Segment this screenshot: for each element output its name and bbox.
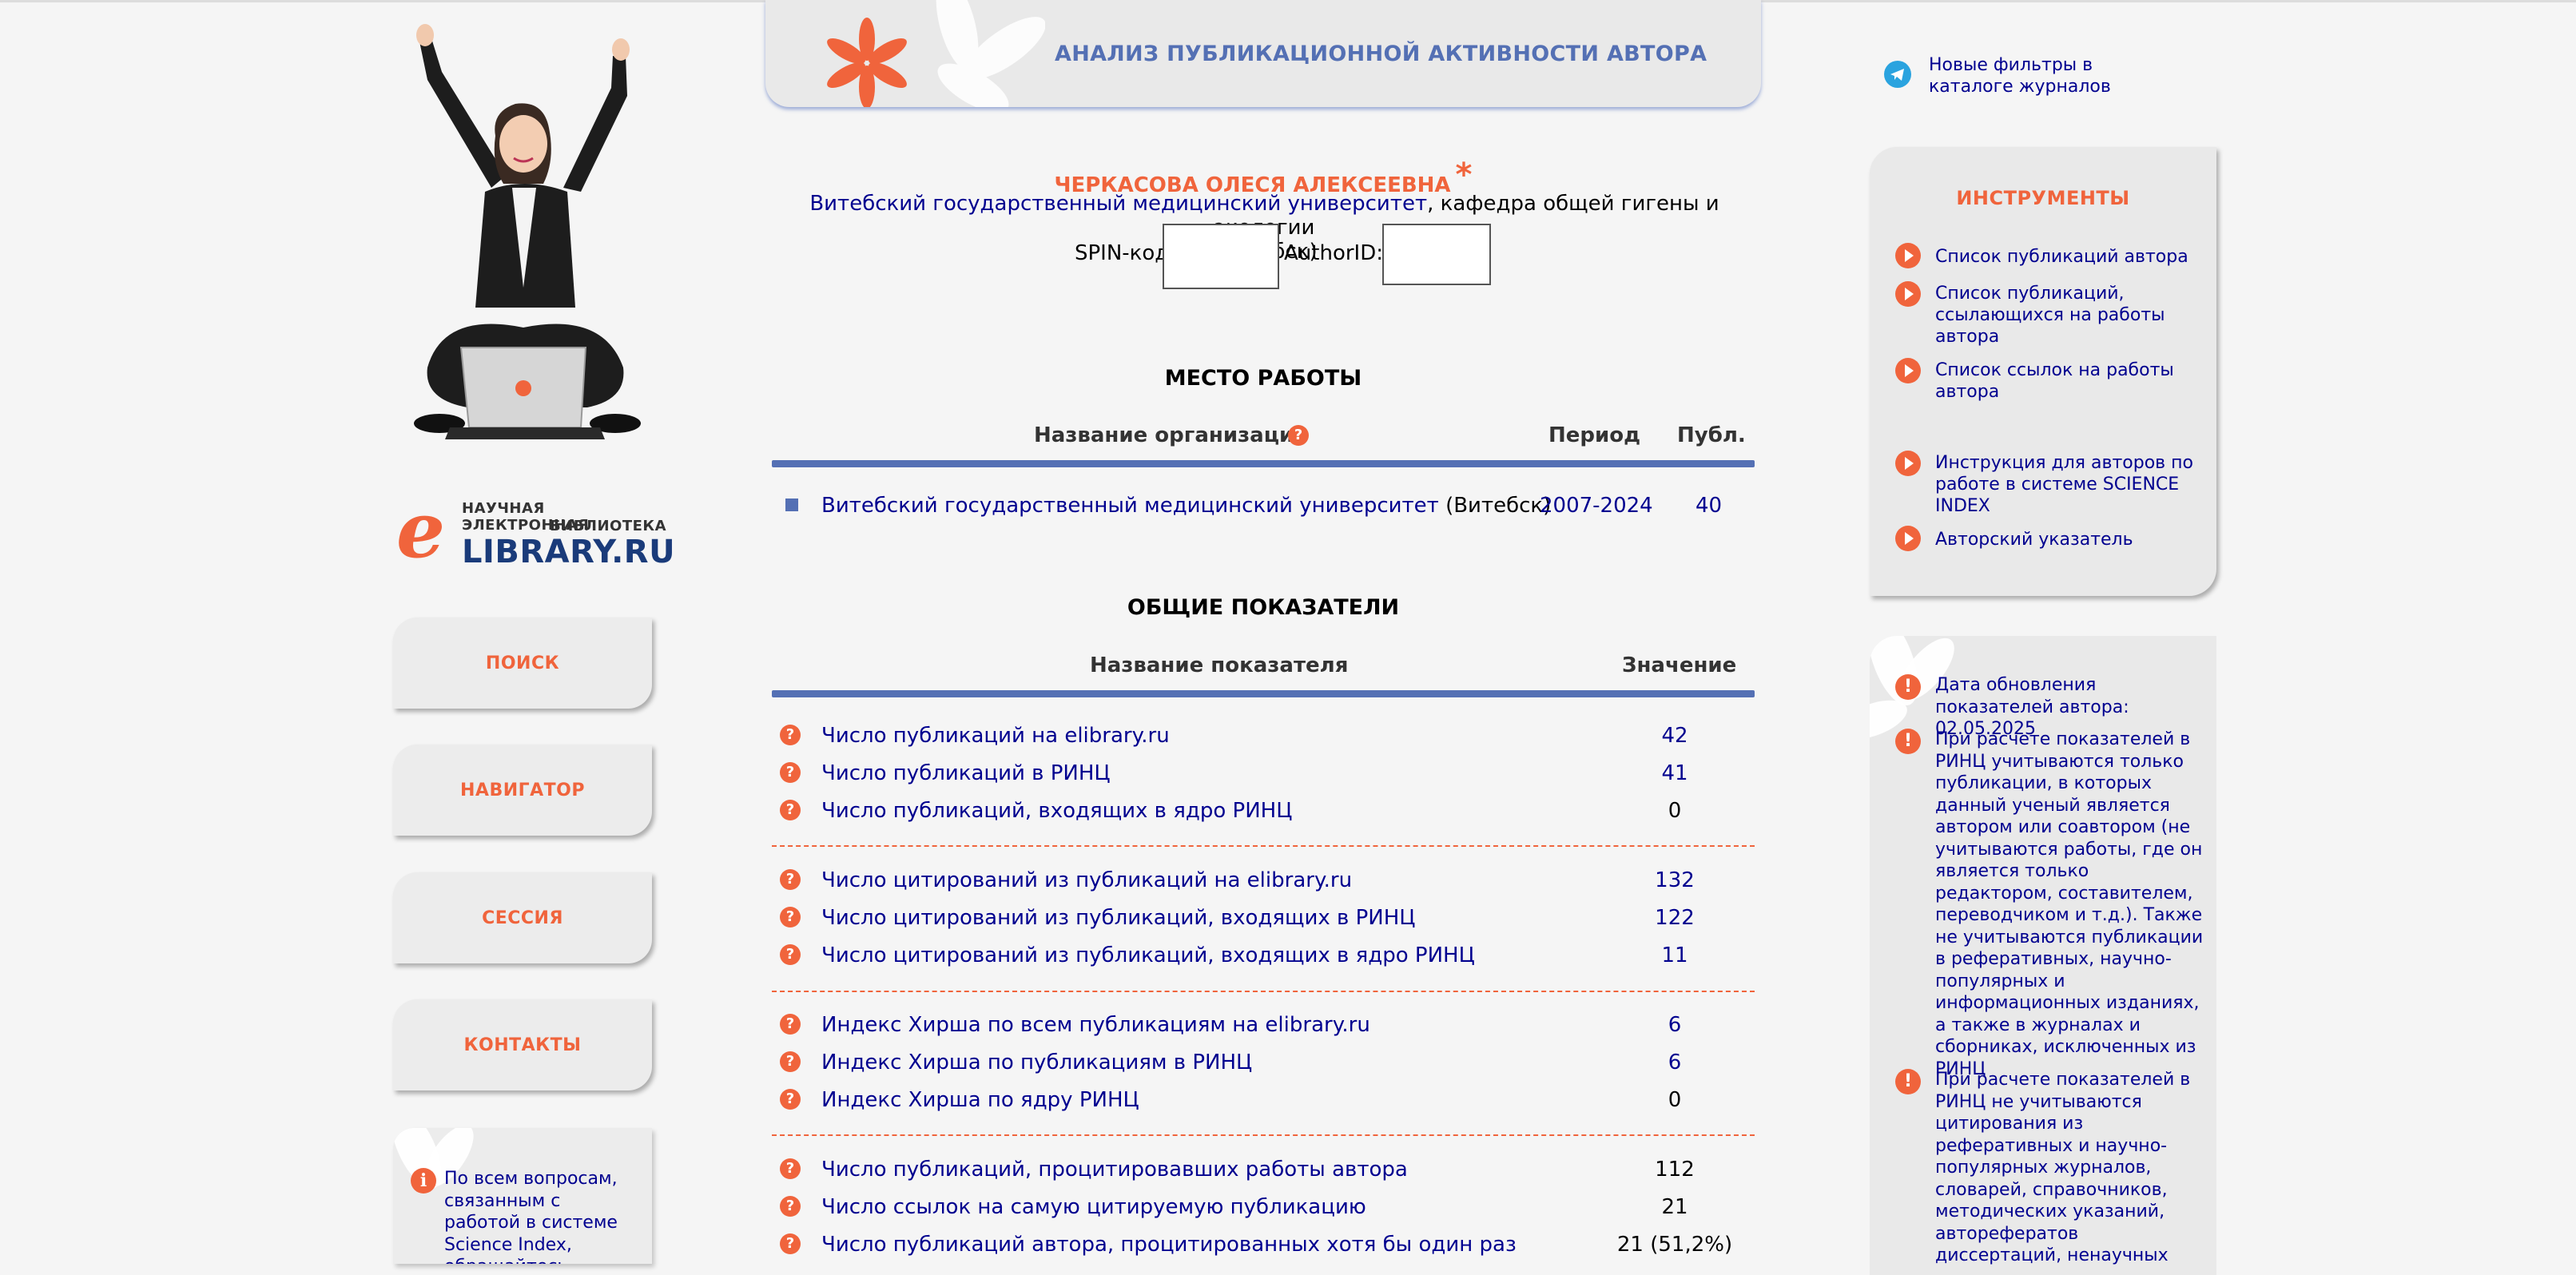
info-panel: ! Дата обновления показателей автора: 02… [1870, 636, 2216, 1275]
tool-references-list[interactable]: Список ссылок на работы автора [1935, 359, 2199, 403]
help-question-icon[interactable]: ? [780, 1158, 801, 1179]
tool-author-index[interactable]: Авторский указатель [1935, 529, 2199, 550]
workplace-org-link[interactable]: Витебский государственный медицинский ун… [821, 494, 1439, 518]
exclamation-icon: ! [1895, 674, 1921, 700]
tools-title: ИНСТРУМЕНТЫ [1956, 187, 2130, 209]
nav-session-button[interactable]: СЕССИЯ [393, 872, 652, 963]
telegram-news-link[interactable]: Новые фильтры в каталоге журналов [1929, 54, 2169, 97]
help-text: По всем вопросам, связанным с работой в … [444, 1169, 618, 1264]
workplace-row-period[interactable]: 2007-2024 [1540, 494, 1653, 518]
indicator-value: 0 [1668, 799, 1682, 823]
author-ids: SPIN-код: [1075, 241, 1176, 265]
help-box: i По всем вопросам, связанным с работой … [393, 1128, 652, 1264]
help-question-icon[interactable]: ? [780, 944, 801, 965]
indicator-value[interactable]: 11 [1595, 943, 1755, 967]
indicator-label: Индекс Хирша по публикациям в РИНЦ [821, 1051, 1253, 1074]
help-question-icon[interactable]: ? [780, 869, 801, 890]
elibrary-logo[interactable]: e НАУЧНАЯ ЭЛЕКТРОННАЯ БИБЛИОТЕКА LIBRARY… [396, 485, 675, 575]
col-org-header: Название организации [1034, 423, 1309, 447]
page-banner: АНАЛИЗ ПУБЛИКАЦИОННОЙ АКТИВНОСТИ АВТОРА [765, 0, 1761, 107]
spin-label: SPIN-код: [1075, 241, 1177, 265]
page-title: АНАЛИЗ ПУБЛИКАЦИОННОЙ АКТИВНОСТИ АВТОРА [1055, 42, 1707, 66]
indicator-label: Число публикаций, входящих в ядро РИНЦ [821, 799, 1293, 823]
help-question-icon[interactable]: ? [780, 1014, 801, 1035]
nav-contacts-button[interactable]: КОНТАКТЫ [393, 999, 652, 1090]
help-question-icon[interactable]: ? [780, 800, 801, 820]
logo-text-line2: БИБЛИОТЕКА [550, 518, 667, 534]
help-question-icon[interactable]: ? [780, 1196, 801, 1217]
authorid-label: AuthorID: [1284, 241, 1383, 265]
col-indicator-header: Название показателя [1090, 653, 1349, 677]
indicator-label: Число цитирований из публикаций, входящи… [821, 943, 1475, 967]
author-star-marker: * [1455, 157, 1473, 193]
col-pub-header: Публ. [1677, 423, 1746, 447]
exclamation-icon: ! [1895, 1069, 1921, 1094]
indicator-value: 0 [1668, 1088, 1682, 1112]
indicator-label: Число публикаций, процитировавших работы… [821, 1158, 1408, 1182]
group-divider [772, 1134, 1755, 1136]
arrow-right-icon [1895, 281, 1921, 307]
info-icon: i [411, 1168, 436, 1194]
indicator-label: Число цитирований из публикаций на elibr… [821, 868, 1353, 892]
logo-text-line3: LIBRARY.RU [462, 534, 676, 570]
decor-flower [936, 0, 1045, 107]
bullet-square-icon [785, 498, 798, 511]
arrow-right-icon [1895, 358, 1921, 383]
indicator-label: Индекс Хирша по всем публикациям на elib… [821, 1013, 1370, 1037]
arrow-right-icon [1895, 451, 1921, 476]
info-rinc-publications-note: При расчете показателей в РИНЦ учитывают… [1935, 729, 2204, 1079]
tools-panel: ИНСТРУМЕНТЫ Список публикаций автора Спи… [1870, 147, 2216, 596]
help-question-icon[interactable]: ? [780, 1233, 801, 1254]
workplace-section-title: МЕСТО РАБОТЫ [1164, 366, 1362, 391]
indicator-label: Число публикаций в РИНЦ [821, 761, 1111, 785]
indicator-label: Число публикаций на elibrary.ru [821, 724, 1170, 748]
group-divider [772, 991, 1755, 992]
indicator-label: Число ссылок на самую цитируемую публика… [821, 1195, 1366, 1219]
mascot-illustration [414, 24, 641, 439]
indicator-value: 112 [1655, 1158, 1695, 1182]
indicator-label: Число публикаций автора, процитированных… [821, 1233, 1517, 1257]
redacted-spin-code [1163, 224, 1279, 289]
asterisk-icon [827, 18, 907, 107]
col-value-header: Значение [1622, 653, 1737, 677]
help-question-icon[interactable]: ? [780, 1089, 801, 1110]
arrow-right-icon [1895, 243, 1921, 268]
indicator-label: Число цитирований из публикаций, входящи… [821, 906, 1416, 930]
redacted-author-id [1382, 224, 1491, 285]
exclamation-icon: ! [1895, 729, 1921, 754]
telegram-icon[interactable] [1884, 61, 1911, 88]
workplace-org-city: (Витебск) [1445, 494, 1552, 518]
indicator-value[interactable]: 42 [1595, 724, 1755, 748]
affiliation-link[interactable]: Витебский государственный медицинский ун… [809, 192, 1427, 216]
indicator-label: Индекс Хирша по ядру РИНЦ [821, 1088, 1139, 1112]
indicator-value: 21 (51,2%) [1616, 1233, 1733, 1257]
indicator-value[interactable]: 122 [1595, 906, 1755, 930]
arrow-right-icon [1895, 526, 1921, 551]
help-question-icon[interactable]: ? [780, 725, 801, 745]
table-header-divider [772, 690, 1755, 697]
help-question-icon[interactable]: ? [780, 907, 801, 927]
tool-citing-publications[interactable]: Список публикаций, ссылающихся на работы… [1935, 283, 2199, 348]
group-divider [772, 845, 1755, 847]
indicator-value[interactable]: 132 [1595, 868, 1755, 892]
help-question-icon[interactable]: ? [780, 1051, 801, 1072]
workplace-row-org: Витебский государственный медицинский ун… [821, 494, 1551, 518]
info-rinc-citations-note: При расчете показателей в РИНЦ не учитыв… [1935, 1070, 2191, 1265]
logo-e-letter: e [396, 485, 446, 575]
table-header-divider [772, 460, 1755, 467]
indicator-value: 21 [1661, 1195, 1688, 1219]
indicator-value[interactable]: 41 [1595, 761, 1755, 785]
help-question-icon[interactable]: ? [1288, 425, 1309, 446]
indicators-section-title: ОБЩИЕ ПОКАЗАТЕЛИ [1127, 595, 1400, 620]
nav-search-button[interactable]: ПОИСК [393, 618, 652, 709]
help-question-icon[interactable]: ? [780, 762, 801, 783]
indicator-value[interactable]: 6 [1595, 1051, 1755, 1074]
nav-navigator-button[interactable]: НАВИГАТОР [393, 745, 652, 836]
workplace-row-pub[interactable]: 40 [1695, 494, 1722, 518]
col-period-header: Период [1548, 423, 1641, 447]
indicator-value[interactable]: 6 [1595, 1013, 1755, 1037]
tool-author-instructions[interactable]: Инструкция для авторов по работе в систе… [1935, 452, 2199, 517]
tool-publications-list[interactable]: Список публикаций автора [1935, 246, 2199, 268]
